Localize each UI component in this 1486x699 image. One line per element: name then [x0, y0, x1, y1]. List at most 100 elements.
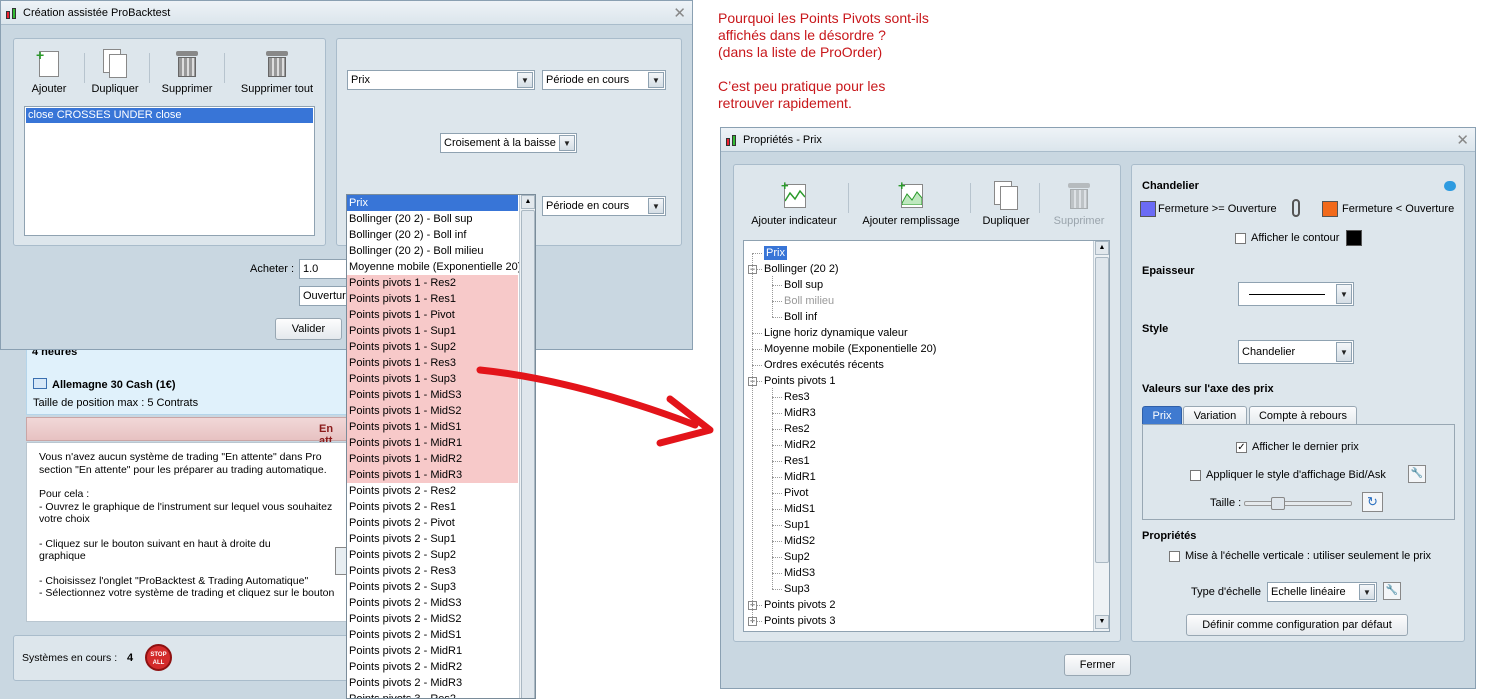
dropdown-item[interactable]: Points pivots 2 - MidS2	[347, 611, 518, 627]
vertical-scale-checkbox[interactable]	[1169, 551, 1180, 562]
style-select[interactable]: Chandelier ▼	[1238, 340, 1354, 364]
validate-button[interactable]: Valider	[275, 318, 342, 340]
dropdown-item[interactable]: Points pivots 2 - Sup2	[347, 547, 518, 563]
last-price-checkbox[interactable]: ✓	[1236, 442, 1247, 453]
tree-node[interactable]: Prix	[764, 246, 787, 260]
tree-node[interactable]: Bollinger (20 2)	[764, 262, 839, 276]
dropdown-item[interactable]: Points pivots 1 - Sup1	[347, 323, 518, 339]
indicator-tree[interactable]: Prix Bollinger (20 2) − Boll sup Boll milieu…	[743, 240, 1110, 632]
tree-node[interactable]: Moyenne mobile (Exponentielle 20)	[764, 342, 936, 356]
add-fill-button[interactable]: + Ajouter remplissage	[858, 179, 964, 227]
tree-child-node[interactable]: Sup1	[784, 518, 810, 532]
up-color-swatch[interactable]	[1140, 201, 1156, 217]
tree-child-node[interactable]: MidS1	[784, 502, 815, 516]
wrench-icon[interactable]: 🔧	[1383, 582, 1401, 600]
help-bubble-icon[interactable]	[1444, 181, 1456, 191]
delete-all-button[interactable]: Supprimer tout	[232, 49, 322, 95]
tree-child-node[interactable]: Res3	[784, 390, 810, 404]
wrench-icon[interactable]: 🔧	[1408, 465, 1426, 483]
contour-checkbox[interactable]	[1235, 233, 1246, 244]
dropdown-item[interactable]: Points pivots 2 - Sup1	[347, 531, 518, 547]
tree-node[interactable]: Ligne horiz dynamique valeur	[764, 326, 908, 340]
add-indicator-button[interactable]: + Ajouter indicateur	[748, 179, 840, 227]
dropdown-item[interactable]: Points pivots 3 - Res2	[347, 691, 518, 698]
dropdown-item[interactable]: Points pivots 2 - Sup3	[347, 579, 518, 595]
dropdown-item[interactable]: Bollinger (20 2) - Boll milieu	[347, 243, 518, 259]
duplicate-button[interactable]: Dupliquer	[86, 49, 144, 95]
add-button[interactable]: + Ajouter	[20, 48, 78, 95]
tree-child-node[interactable]: Sup3	[784, 582, 810, 596]
operator-select[interactable]: Croisement à la baisse ▼	[440, 133, 577, 153]
instrument-name[interactable]: Allemagne 30 Cash (1€)	[52, 379, 176, 391]
contour-color-swatch[interactable]	[1346, 230, 1362, 246]
scroll-up-icon[interactable]: ▲	[521, 195, 535, 209]
tree-child-node[interactable]: MidS3	[784, 566, 815, 580]
condition-item[interactable]: close CROSSES UNDER close	[26, 108, 313, 123]
tab-countdown[interactable]: Compte à rebours	[1249, 406, 1357, 425]
size-slider[interactable]	[1244, 497, 1352, 510]
close-icon[interactable]: ✕	[673, 4, 686, 22]
scroll-up-icon[interactable]: ▲	[1095, 241, 1109, 255]
tree-child-node[interactable]: Sup2	[784, 550, 810, 564]
slider-thumb[interactable]	[1271, 497, 1285, 510]
tree-scrollbar[interactable]: ▲ ▼	[1093, 241, 1109, 631]
buy-price-select[interactable]: Ouvertur	[299, 286, 349, 306]
dropdown-item[interactable]: Bollinger (20 2) - Boll inf	[347, 227, 518, 243]
dropdown-item[interactable]: Points pivots 1 - Res2	[347, 275, 518, 291]
dropdown-item[interactable]: Points pivots 1 - MidR3	[347, 467, 518, 483]
scroll-thumb[interactable]	[1095, 257, 1109, 563]
tree-child-node[interactable]: MidS2	[784, 534, 815, 548]
scale-type-select[interactable]: Echelle linéaire ▼	[1267, 582, 1377, 602]
close-icon[interactable]: ✕	[1456, 131, 1469, 149]
tree-child-node[interactable]: Res1	[784, 454, 810, 468]
period-select-1[interactable]: Période en cours ▼	[542, 70, 666, 90]
set-default-button[interactable]: Définir comme configuration par défaut	[1186, 614, 1408, 636]
dropdown-item[interactable]: Points pivots 2 - MidR1	[347, 643, 518, 659]
dropdown-item[interactable]: Points pivots 2 - MidR3	[347, 675, 518, 691]
dropdown-item[interactable]: Points pivots 2 - Res3	[347, 563, 518, 579]
tree-child-node[interactable]: Boll inf	[784, 310, 817, 324]
duplicate-indicator-button[interactable]: Dupliquer	[976, 181, 1036, 227]
tree-node[interactable]: Points pivots 3	[764, 614, 836, 628]
tab-prix[interactable]: Prix	[1142, 406, 1182, 425]
dropdown-item[interactable]: Points pivots 2 - Pivot	[347, 515, 518, 531]
tree-child-node[interactable]: Boll milieu	[784, 294, 834, 308]
tree-node[interactable]: Ordres exécutés récents	[764, 358, 884, 372]
dropdown-item[interactable]: Points pivots 2 - Res2	[347, 483, 518, 499]
reset-icon[interactable]: ↻	[1362, 492, 1383, 512]
bidask-checkbox[interactable]	[1190, 470, 1201, 481]
period-select-2[interactable]: Période en cours ▼	[542, 196, 666, 216]
tree-child-node[interactable]: MidR2	[784, 438, 816, 452]
tree-node[interactable]: Points pivots 1	[764, 374, 836, 388]
dropdown-item[interactable]: Prix	[347, 195, 518, 211]
tree-child-node[interactable]: MidR1	[784, 470, 816, 484]
conditions-list[interactable]: close CROSSES UNDER close	[24, 106, 315, 236]
down-color-swatch[interactable]	[1322, 201, 1338, 217]
tree-child-node[interactable]: Pivot	[784, 486, 808, 500]
dropdown-item[interactable]: Points pivots 2 - MidS1	[347, 627, 518, 643]
link-chain-icon[interactable]	[1292, 199, 1300, 217]
buy-quantity-input[interactable]: 1.0	[299, 259, 349, 279]
dropdown-item[interactable]: Points pivots 2 - Res1	[347, 499, 518, 515]
scale-type-label: Type d'échelle	[1191, 586, 1261, 598]
dropdown-item[interactable]: Moyenne mobile (Exponentielle 20)	[347, 259, 521, 275]
stop-all-button[interactable]: STOP ALL	[145, 644, 172, 671]
left-operand-select[interactable]: Prix ▼	[347, 70, 535, 90]
tree-child-node[interactable]: MidR3	[784, 406, 816, 420]
tree-child-node[interactable]: Boll sup	[784, 278, 823, 292]
dropdown-item[interactable]: Points pivots 1 - Res1	[347, 291, 518, 307]
scroll-down-icon[interactable]: ▼	[1095, 615, 1109, 629]
tab-variation[interactable]: Variation	[1183, 406, 1247, 425]
tree-connector	[772, 509, 782, 510]
thickness-select[interactable]: ▼	[1238, 282, 1354, 306]
dropdown-item[interactable]: Points pivots 1 - Sup2	[347, 339, 518, 355]
dropdown-item[interactable]: Points pivots 1 - Pivot	[347, 307, 518, 323]
tree-node[interactable]: Points pivots 2	[764, 598, 836, 612]
delete-indicator-button[interactable]: Supprimer	[1044, 181, 1114, 227]
delete-button[interactable]: Supprimer	[154, 49, 220, 95]
tree-child-node[interactable]: Res2	[784, 422, 810, 436]
dropdown-item[interactable]: Points pivots 2 - MidS3	[347, 595, 518, 611]
dropdown-item[interactable]: Points pivots 2 - MidR2	[347, 659, 518, 675]
dropdown-item[interactable]: Bollinger (20 2) - Boll sup	[347, 211, 518, 227]
close-button[interactable]: Fermer	[1064, 654, 1131, 676]
